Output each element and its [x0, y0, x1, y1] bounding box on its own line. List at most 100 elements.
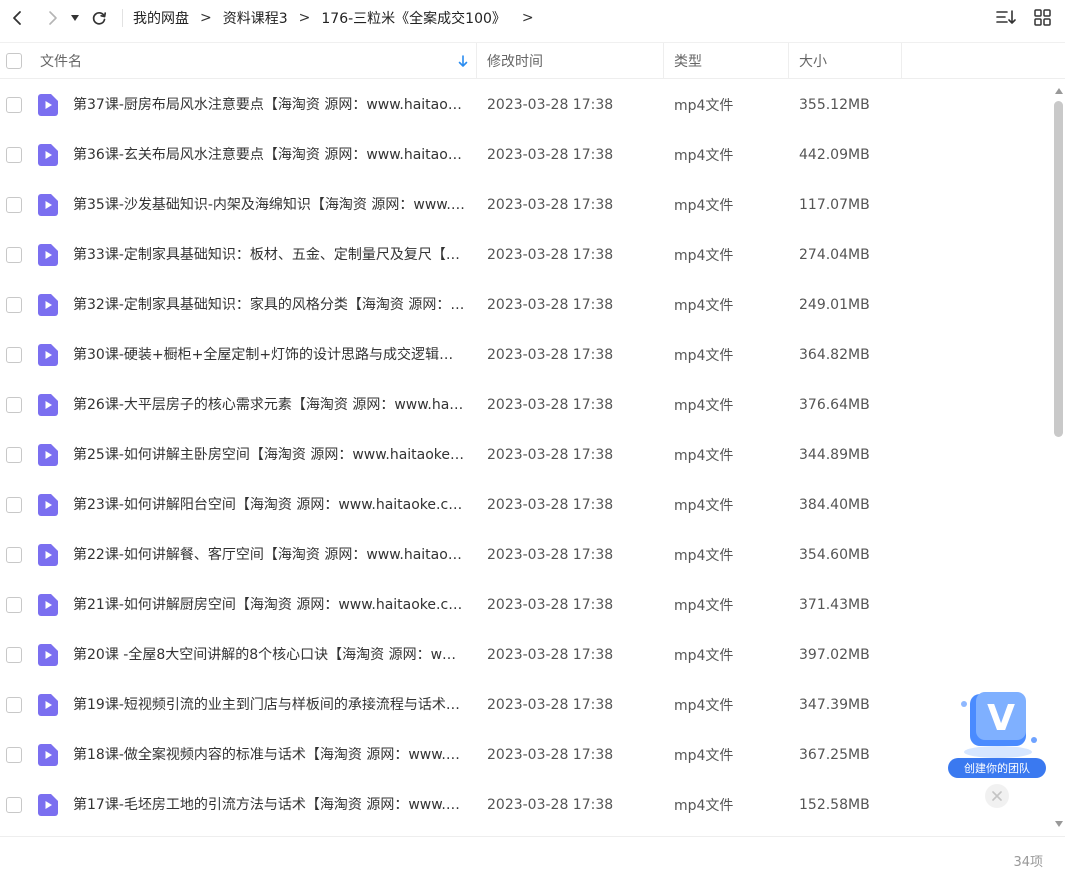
- row-checkbox-cell: [6, 630, 22, 680]
- header-size[interactable]: 大小: [799, 43, 827, 79]
- file-size: 442.09MB: [799, 147, 870, 163]
- file-type: mp4文件: [674, 548, 734, 564]
- file-row[interactable]: 第21课-如何讲解厨房空间【海淘资 源网：www.haitaoke.cn】.mp…: [0, 580, 1052, 630]
- file-name[interactable]: 第32课-定制家具基础知识：家具的风格分类【海淘资 源网：www.haitaok…: [73, 280, 465, 330]
- breadcrumb-separator: >: [298, 10, 311, 26]
- scroll-down-arrow-icon[interactable]: [1055, 821, 1063, 827]
- file-row[interactable]: 第17课-毛坯房工地的引流方法与话术【海淘资 源网：www.haitaoke.c…: [0, 780, 1052, 830]
- file-name[interactable]: 第21课-如何讲解厨房空间【海淘资 源网：www.haitaoke.cn】.mp…: [73, 580, 465, 630]
- video-file-icon: [38, 594, 58, 616]
- file-row[interactable]: 第18课-做全案视频内容的标准与话术【海淘资 源网：www.haitaoke.c…: [0, 730, 1052, 780]
- file-name[interactable]: 第19课-短视频引流的业主到门店与样板间的承接流程与话术【海淘资 源网：www.…: [73, 680, 465, 730]
- row-checkbox[interactable]: [6, 597, 22, 613]
- item-count: 34项: [1013, 855, 1043, 869]
- file-row[interactable]: 第19课-短视频引流的业主到门店与样板间的承接流程与话术【海淘资 源网：www.…: [0, 680, 1052, 730]
- row-checkbox[interactable]: [6, 647, 22, 663]
- file-row[interactable]: 第26课-大平层房子的核心需求元素【海淘资 源网：www.haitaoke.cn…: [0, 380, 1052, 430]
- file-row[interactable]: 第30课-硬装+橱柜+全屋定制+灯饰的设计思路与成交逻辑【海淘资 源网：www.…: [0, 330, 1052, 380]
- select-all-checkbox[interactable]: [6, 53, 22, 69]
- file-type: mp4文件: [674, 98, 734, 114]
- file-name-cell: 第37课-厨房布局风水注意要点【海淘资 源网：www.haitaoke.cn】.…: [73, 80, 465, 130]
- breadcrumb-item-root[interactable]: 我的网盘: [133, 8, 189, 28]
- file-modified: 2023-03-28 17:38: [487, 297, 614, 313]
- file-icon-cell: [38, 280, 58, 330]
- view-toggle-button[interactable]: [1031, 6, 1053, 28]
- select-all-cell: [6, 43, 22, 79]
- row-checkbox[interactable]: [6, 397, 22, 413]
- row-checkbox[interactable]: [6, 197, 22, 213]
- file-row[interactable]: 第20课 -全屋8大空间讲解的8个核心口诀【海淘资 源网：www.haitaok…: [0, 630, 1052, 680]
- file-name[interactable]: 第22课-如何讲解餐、客厅空间【海淘资 源网：www.haitaoke.cn】.…: [73, 530, 465, 580]
- scroll-up-arrow-icon[interactable]: [1055, 88, 1063, 94]
- row-checkbox[interactable]: [6, 147, 22, 163]
- file-size: 384.40MB: [799, 497, 870, 513]
- row-checkbox[interactable]: [6, 347, 22, 363]
- sort-button[interactable]: [995, 6, 1017, 28]
- file-name[interactable]: 第37课-厨房布局风水注意要点【海淘资 源网：www.haitaoke.cn】.…: [73, 80, 465, 130]
- scrollbar[interactable]: [1052, 85, 1065, 830]
- file-name[interactable]: 第23课-如何讲解阳台空间【海淘资 源网：www.haitaoke.cn】.mp…: [73, 480, 465, 530]
- header-modified[interactable]: 修改时间: [487, 43, 543, 79]
- file-name[interactable]: 第33课-定制家具基础知识：板材、五金、定制量尺及复尺【海淘资 源网：www.h…: [73, 230, 465, 280]
- file-row[interactable]: 第37课-厨房布局风水注意要点【海淘资 源网：www.haitaoke.cn】.…: [0, 80, 1052, 130]
- file-row[interactable]: 第22课-如何讲解餐、客厅空间【海淘资 源网：www.haitaoke.cn】.…: [0, 530, 1052, 580]
- breadcrumb-item-parent[interactable]: 资料课程3: [223, 8, 288, 28]
- file-name[interactable]: 第18课-做全案视频内容的标准与话术【海淘资 源网：www.haitaoke.c…: [73, 730, 465, 780]
- row-checkbox[interactable]: [6, 797, 22, 813]
- row-checkbox[interactable]: [6, 697, 22, 713]
- row-checkbox[interactable]: [6, 447, 22, 463]
- row-checkbox[interactable]: [6, 747, 22, 763]
- file-row[interactable]: 第35课-沙发基础知识-内架及海绵知识【海淘资 源网：www.haitaoke.…: [0, 180, 1052, 230]
- file-row[interactable]: 第25课-如何讲解主卧房空间【海淘资 源网：www.haitaoke.cn】.m…: [0, 430, 1052, 480]
- file-row[interactable]: 第33课-定制家具基础知识：板材、五金、定制量尺及复尺【海淘资 源网：www.h…: [0, 230, 1052, 280]
- file-row[interactable]: 第23课-如何讲解阳台空间【海淘资 源网：www.haitaoke.cn】.mp…: [0, 480, 1052, 530]
- file-row[interactable]: 第32课-定制家具基础知识：家具的风格分类【海淘资 源网：www.haitaok…: [0, 280, 1052, 330]
- chevron-left-icon: [13, 11, 21, 25]
- toolbar: 我的网盘 > 资料课程3 > 176-三粒米《全案成交100》 >: [0, 0, 1065, 36]
- video-file-icon: [38, 144, 58, 166]
- video-file-icon: [38, 344, 58, 366]
- row-checkbox[interactable]: [6, 247, 22, 263]
- header-name[interactable]: 文件名: [40, 43, 474, 79]
- promo-close-button[interactable]: [985, 784, 1009, 808]
- file-type: mp4文件: [674, 648, 734, 664]
- file-name[interactable]: 第36课-玄关布局风水注意要点【海淘资 源网：www.haitaoke.cn】.…: [73, 130, 465, 180]
- back-button[interactable]: [6, 6, 28, 30]
- file-icon-cell: [38, 480, 58, 530]
- file-name[interactable]: 第20课 -全屋8大空间讲解的8个核心口诀【海淘资 源网：www.haitaok…: [73, 630, 465, 680]
- file-name-cell: 第20课 -全屋8大空间讲解的8个核心口诀【海淘资 源网：www.haitaok…: [73, 630, 465, 680]
- file-size: 274.04MB: [799, 247, 870, 263]
- breadcrumb-separator[interactable]: >: [522, 10, 534, 26]
- status-bar: 34项: [0, 836, 1065, 869]
- row-checkbox[interactable]: [6, 497, 22, 513]
- file-name[interactable]: 第26课-大平层房子的核心需求元素【海淘资 源网：www.haitaoke.cn…: [73, 380, 465, 430]
- file-name[interactable]: 第17课-毛坯房工地的引流方法与话术【海淘资 源网：www.haitaoke.c…: [73, 780, 465, 830]
- refresh-button[interactable]: [88, 6, 110, 30]
- create-team-badge[interactable]: V 创建你的团队: [946, 688, 1048, 780]
- row-checkbox[interactable]: [6, 97, 22, 113]
- file-modified: 2023-03-28 17:38: [487, 447, 614, 463]
- row-checkbox[interactable]: [6, 297, 22, 313]
- file-modified: 2023-03-28 17:38: [487, 397, 614, 413]
- row-checkbox-cell: [6, 230, 22, 280]
- video-file-icon: [38, 644, 58, 666]
- file-name[interactable]: 第30课-硬装+橱柜+全屋定制+灯饰的设计思路与成交逻辑【海淘资 源网：www.…: [73, 330, 465, 380]
- file-size: 397.02MB: [799, 647, 870, 663]
- scrollbar-thumb[interactable]: [1054, 101, 1063, 437]
- history-dropdown-button[interactable]: [68, 6, 82, 30]
- row-checkbox-cell: [6, 730, 22, 780]
- breadcrumb-item-current[interactable]: 176-三粒米《全案成交100》: [321, 8, 506, 28]
- forward-button[interactable]: [42, 6, 64, 30]
- file-modified: 2023-03-28 17:38: [487, 747, 614, 763]
- file-modified: 2023-03-28 17:38: [487, 347, 614, 363]
- file-name[interactable]: 第25课-如何讲解主卧房空间【海淘资 源网：www.haitaoke.cn】.m…: [73, 430, 465, 480]
- refresh-icon: [92, 12, 107, 25]
- header-type[interactable]: 类型: [674, 43, 702, 79]
- file-row[interactable]: 第36课-玄关布局风水注意要点【海淘资 源网：www.haitaoke.cn】.…: [0, 130, 1052, 180]
- file-name[interactable]: 第35课-沙发基础知识-内架及海绵知识【海淘资 源网：www.haitaoke.…: [73, 180, 465, 230]
- file-size: 364.82MB: [799, 347, 870, 363]
- file-modified: 2023-03-28 17:38: [487, 97, 614, 113]
- file-type: mp4文件: [674, 498, 734, 514]
- file-type: mp4文件: [674, 798, 734, 814]
- row-checkbox[interactable]: [6, 547, 22, 563]
